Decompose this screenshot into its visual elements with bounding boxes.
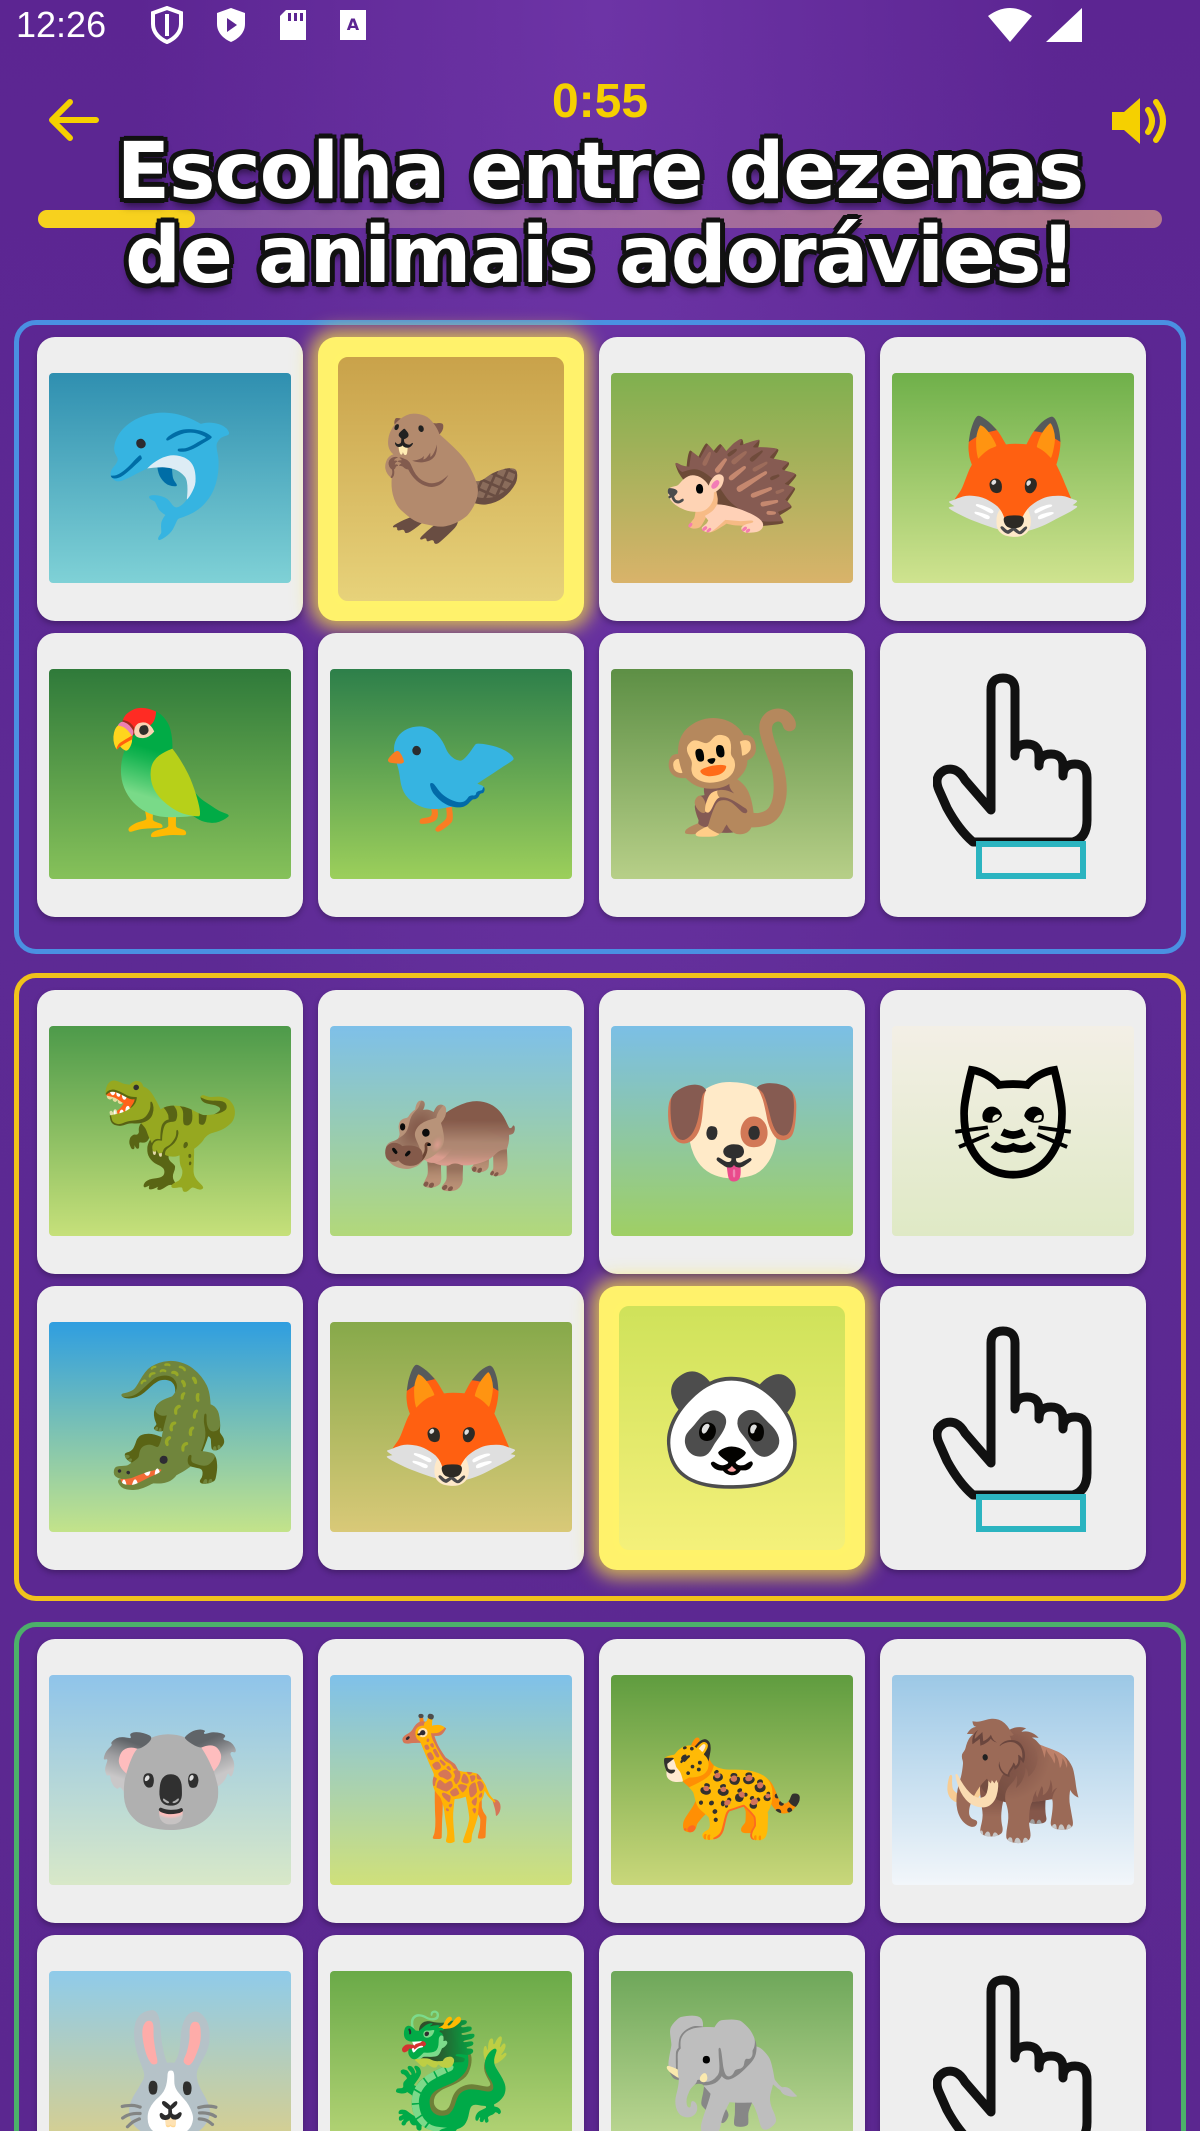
armadillo-illustration: 🦔 bbox=[611, 373, 853, 583]
card-group-1: 🐬 🦫 🦔 🦊 🦜 🐦 🐒 bbox=[14, 320, 1186, 954]
baby-dragon-illustration: 🐉 bbox=[330, 1971, 572, 2131]
lemur-illustration: 🐒 bbox=[611, 669, 853, 879]
crocodile-illustration: 🐊 bbox=[49, 1322, 291, 1532]
tap-hint-card[interactable] bbox=[880, 1935, 1146, 2131]
tap-hand-icon bbox=[933, 673, 1092, 879]
baby-dragon-icon: 🐉 bbox=[377, 2005, 525, 2131]
animal-card-dinosaur[interactable]: 🦖 bbox=[37, 990, 303, 1274]
maned-wolf-icon: 🦊 bbox=[939, 407, 1087, 545]
animal-card-crocodile[interactable]: 🐊 bbox=[37, 1286, 303, 1570]
lemur-icon: 🐒 bbox=[658, 703, 806, 841]
animal-card-pink-dolphin[interactable]: 🐬 bbox=[37, 337, 303, 621]
leopard-icon: 🐆 bbox=[658, 1709, 806, 1847]
elephant-illustration: 🐘 bbox=[611, 1971, 853, 2131]
status-time: 12:26 bbox=[16, 4, 107, 45]
wifi-icon bbox=[988, 8, 1032, 42]
sd-card-icon bbox=[280, 10, 306, 40]
animal-card-lemur[interactable]: 🐒 bbox=[599, 633, 865, 917]
svg-text:A: A bbox=[347, 15, 360, 34]
animal-card-puppy[interactable]: 🐶 bbox=[599, 990, 865, 1274]
leopard-illustration: 🐆 bbox=[611, 1675, 853, 1885]
fox-icon: 🦊 bbox=[377, 1356, 525, 1494]
giraffe-icon: 🦒 bbox=[377, 1709, 525, 1847]
toucan-icon: 🐦 bbox=[377, 703, 525, 841]
panda-illustration: 🐼 bbox=[613, 1300, 851, 1556]
armadillo-icon: 🦔 bbox=[658, 407, 806, 545]
pink-dolphin-illustration: 🐬 bbox=[49, 373, 291, 583]
puppy-icon: 🐶 bbox=[658, 1060, 806, 1198]
animal-card-fox[interactable]: 🦊 bbox=[318, 1286, 584, 1570]
puppy-illustration: 🐶 bbox=[611, 1026, 853, 1236]
animal-card-armadillo[interactable]: 🦔 bbox=[599, 337, 865, 621]
dinosaur-icon: 🦖 bbox=[96, 1060, 244, 1198]
tap-hint-card[interactable] bbox=[880, 1286, 1146, 1570]
animal-card-mammoth[interactable]: 🦣 bbox=[880, 1639, 1146, 1923]
status-bar: 12:26 A bbox=[0, 0, 1200, 50]
animal-card-blue-macaw[interactable]: 🦜 bbox=[37, 633, 303, 917]
tap-hand-icon bbox=[933, 1975, 1092, 2131]
shield-icon bbox=[151, 6, 183, 44]
animal-card-hippo[interactable]: 🦛 bbox=[318, 990, 584, 1274]
elephant-icon: 🐘 bbox=[658, 2005, 806, 2131]
koala-illustration: 🐨 bbox=[49, 1675, 291, 1885]
mammoth-icon: 🦣 bbox=[939, 1709, 1087, 1847]
koala-icon: 🐨 bbox=[96, 1709, 244, 1847]
dinosaur-illustration: 🦖 bbox=[49, 1026, 291, 1236]
animal-card-toucan[interactable]: 🐦 bbox=[318, 633, 584, 917]
mammoth-illustration: 🦣 bbox=[892, 1675, 1134, 1885]
animal-card-bunny[interactable]: 🐰 bbox=[37, 1935, 303, 2131]
capybara-icon: 🦫 bbox=[377, 409, 525, 547]
bunny-icon: 🐰 bbox=[96, 2005, 244, 2131]
promo-headline: Escolha entre dezenas de animais adorávi… bbox=[0, 130, 1200, 298]
hippo-icon: 🦛 bbox=[377, 1060, 525, 1198]
card-group-3: 🐨 🦒 🐆 🦣 🐰 🐉 🐘 bbox=[14, 1622, 1186, 2131]
hippo-illustration: 🦛 bbox=[330, 1026, 572, 1236]
animal-card-kitten[interactable]: 🐱 bbox=[880, 990, 1146, 1274]
card-group-2: 🦖 🦛 🐶 🐱 🐊 🦊 🐼 bbox=[14, 973, 1186, 1601]
fox-illustration: 🦊 bbox=[330, 1322, 572, 1532]
toucan-illustration: 🐦 bbox=[330, 669, 572, 879]
kitten-icon: 🐱 bbox=[951, 1060, 1075, 1198]
animal-card-elephant[interactable]: 🐘 bbox=[599, 1935, 865, 2131]
animal-card-maned-wolf[interactable]: 🦊 bbox=[880, 337, 1146, 621]
status-system-icons bbox=[986, 6, 1084, 44]
countdown-timer: 0:55 bbox=[551, 75, 649, 128]
crocodile-icon: 🐊 bbox=[96, 1356, 244, 1494]
giraffe-illustration: 🦒 bbox=[330, 1675, 572, 1885]
headline-line-1: Escolha entre dezenas bbox=[116, 127, 1084, 217]
headline-line-2: de animais adorávies! bbox=[125, 211, 1076, 301]
play-protect-icon bbox=[217, 8, 245, 42]
animal-card-capybara[interactable]: 🦫 bbox=[318, 337, 584, 621]
animal-card-giraffe[interactable]: 🦒 bbox=[318, 1639, 584, 1923]
signal-icon bbox=[1046, 8, 1082, 42]
pink-dolphin-icon: 🐬 bbox=[96, 407, 244, 545]
capybara-illustration: 🦫 bbox=[332, 351, 570, 607]
maned-wolf-illustration: 🦊 bbox=[892, 373, 1134, 583]
animal-card-panda[interactable]: 🐼 bbox=[599, 1286, 865, 1570]
animal-card-baby-dragon[interactable]: 🐉 bbox=[318, 1935, 584, 2131]
blue-macaw-icon: 🦜 bbox=[96, 703, 244, 841]
kitten-illustration: 🐱 bbox=[892, 1026, 1134, 1236]
status-notification-icons: A bbox=[150, 6, 368, 44]
animal-card-koala[interactable]: 🐨 bbox=[37, 1639, 303, 1923]
panda-icon: 🐼 bbox=[658, 1358, 806, 1496]
animal-card-leopard[interactable]: 🐆 bbox=[599, 1639, 865, 1923]
tap-hint-card[interactable] bbox=[880, 633, 1146, 917]
blue-macaw-illustration: 🦜 bbox=[49, 669, 291, 879]
bunny-illustration: 🐰 bbox=[49, 1971, 291, 2131]
tap-hand-icon bbox=[933, 1326, 1092, 1532]
keyboard-a-icon: A bbox=[340, 10, 366, 40]
